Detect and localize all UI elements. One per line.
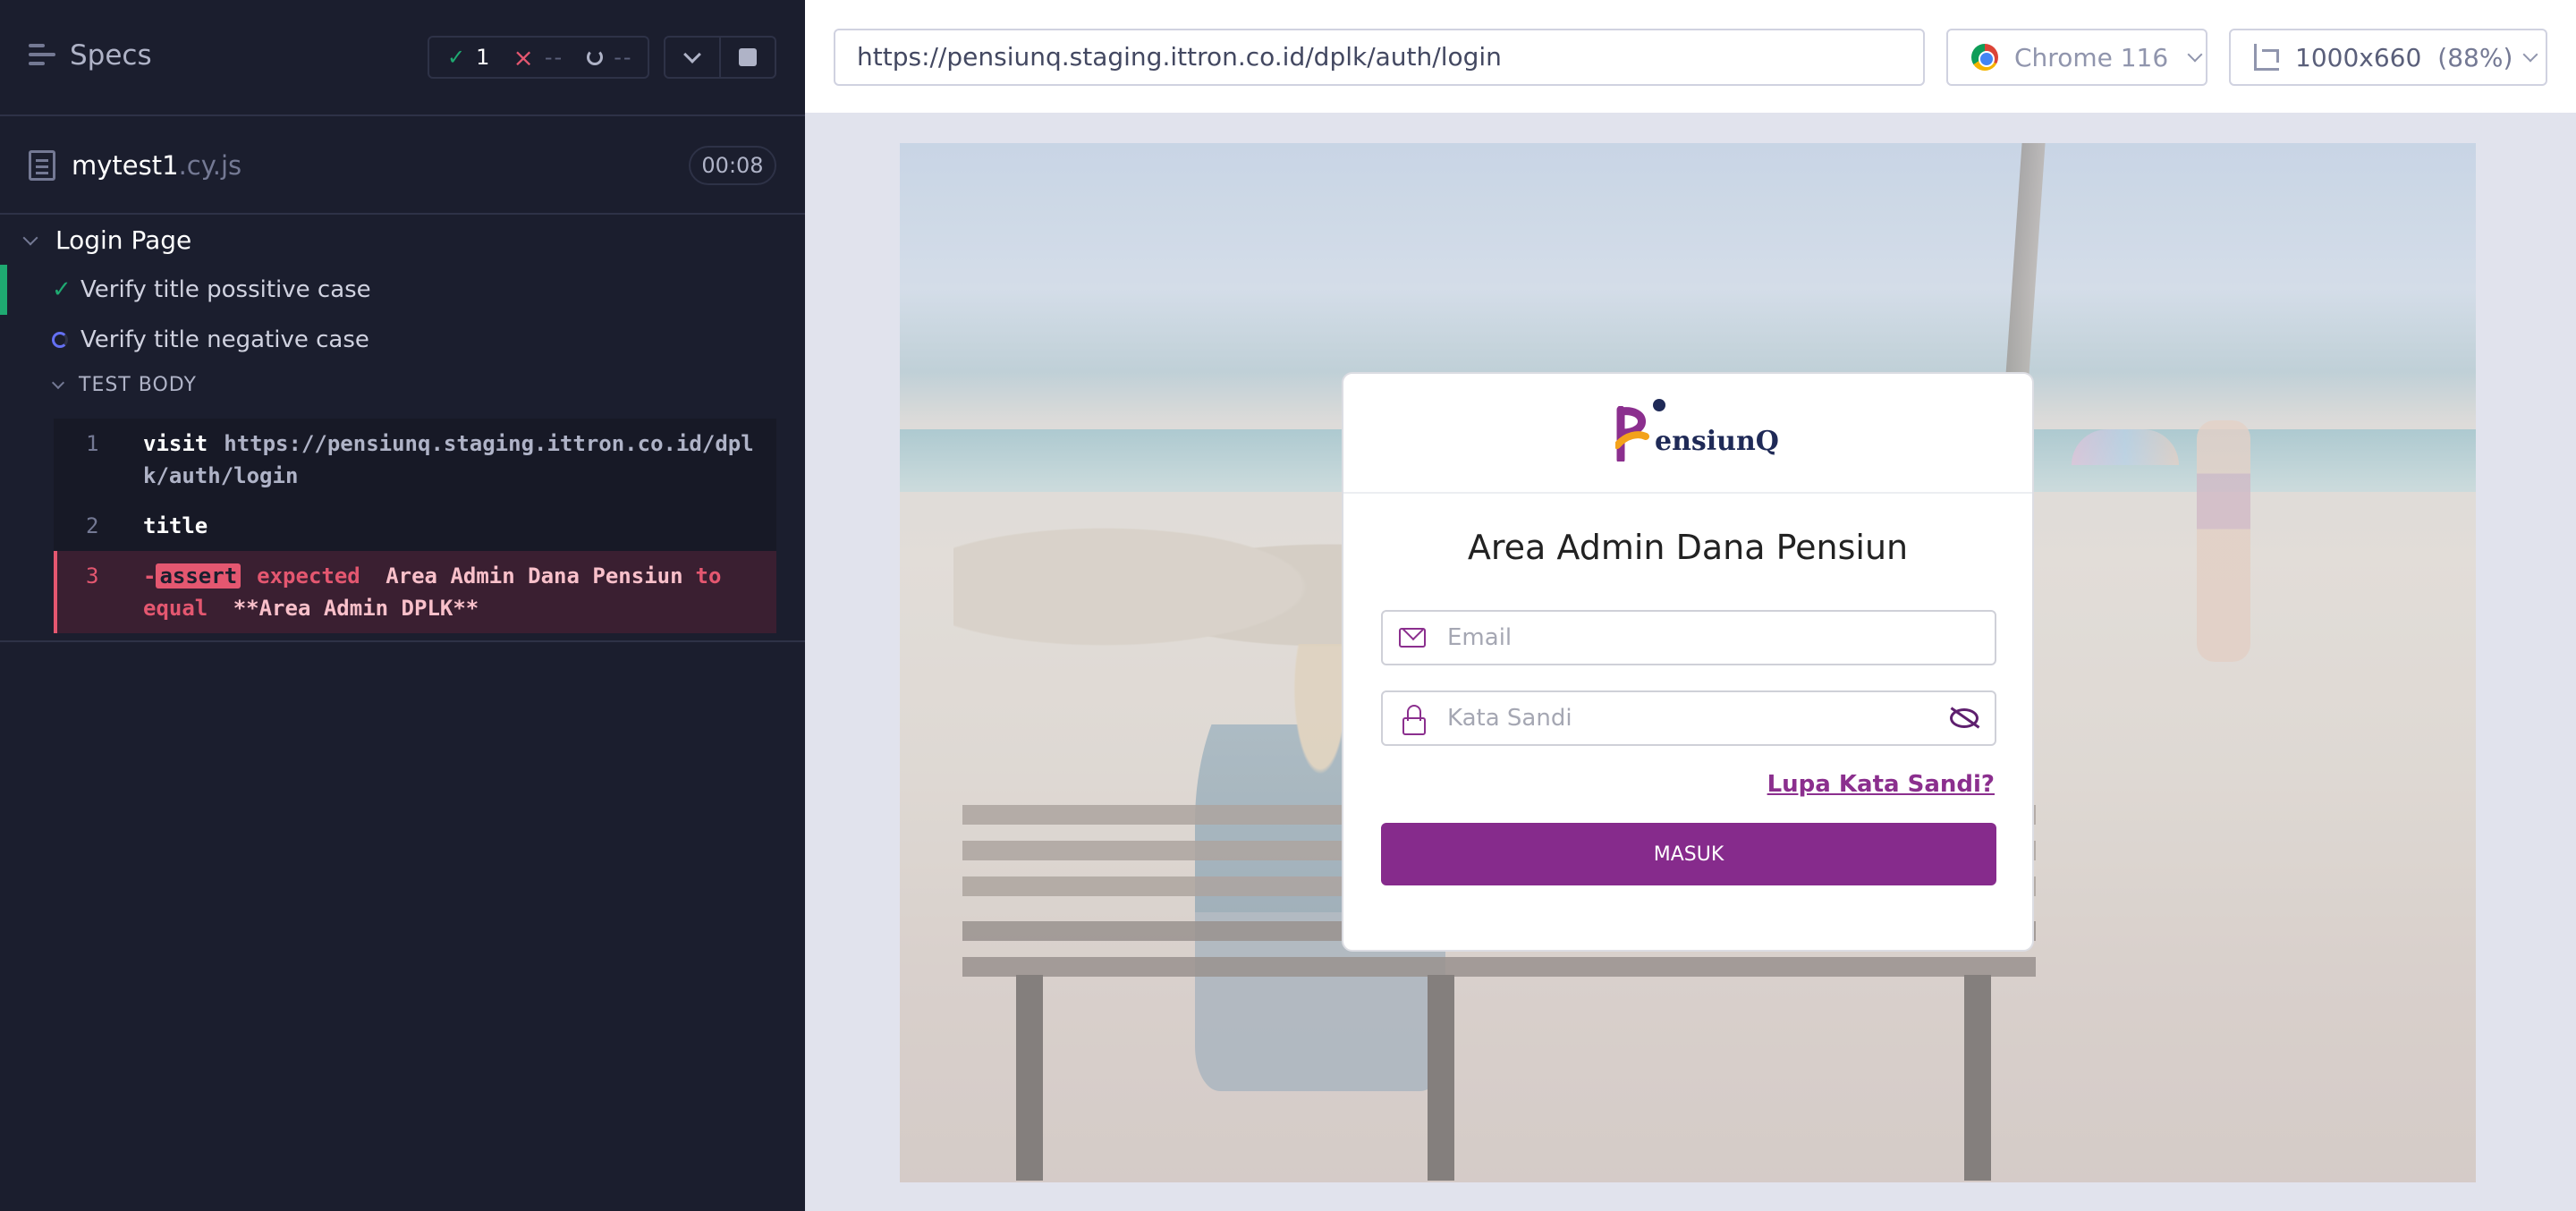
aut-header: https://pensiunq.staging.ittron.co.id/dp…: [805, 0, 2576, 114]
test-label: Verify title negative case: [80, 326, 369, 353]
viewport-size: 1000x660: [2295, 42, 2422, 72]
run-controls: [664, 36, 776, 79]
email-field: [1381, 610, 1996, 665]
command-row-visit[interactable]: 1 visit https://pensiunq.staging.ittron.c…: [54, 419, 776, 501]
assert-expected-value: **Area Admin DPLK**: [233, 596, 479, 621]
duration-badge: 00:08: [689, 146, 776, 185]
chevron-down-icon: [51, 376, 65, 389]
command-number: 3: [86, 563, 99, 589]
page-title: Area Admin Dana Pensiun: [1467, 528, 1909, 567]
eye-off-icon[interactable]: [1950, 707, 1980, 729]
card-header: ensiunQ: [1343, 374, 2032, 494]
logo-dot: [1653, 399, 1665, 411]
email-input[interactable]: [1445, 619, 1946, 656]
spec-file-ext: .cy.js: [178, 150, 242, 181]
viewport-zoom: (88%): [2437, 42, 2513, 72]
assert-badge: assert: [156, 563, 242, 589]
divider: [0, 640, 805, 642]
passed-count: 1: [476, 45, 490, 70]
run-stats: ✓ 1 × -- --: [428, 36, 649, 79]
command-log: 1 visit https://pensiunq.staging.ittron.c…: [54, 419, 776, 633]
viewport-icon: [2254, 44, 2279, 71]
url-bar[interactable]: https://pensiunq.staging.ittron.co.id/dp…: [834, 29, 1925, 86]
command-name: title: [143, 513, 208, 538]
specs-label: Specs: [70, 39, 152, 72]
command-row-title[interactable]: 2 title: [54, 501, 776, 551]
failed-stat: × --: [513, 43, 564, 72]
logo-mark-icon: [1615, 406, 1649, 462]
assert-dash: -: [143, 563, 157, 589]
stop-icon: [739, 48, 757, 66]
chevron-down-icon: [2187, 47, 2203, 63]
check-icon: ✓: [52, 276, 72, 303]
check-icon: ✓: [447, 45, 466, 70]
aut-panel: https://pensiunq.staging.ittron.co.id/dp…: [805, 0, 2576, 1211]
browser-label: Chrome 116: [2014, 42, 2169, 72]
expand-toggle-button[interactable]: [665, 38, 719, 77]
specs-button[interactable]: Specs: [29, 39, 152, 72]
failed-count: --: [544, 45, 564, 70]
passed-stat: ✓ 1: [447, 45, 489, 70]
password-input[interactable]: [1445, 699, 1946, 737]
test-item-running[interactable]: Verify title negative case: [0, 315, 805, 365]
command-name: visit: [143, 431, 208, 456]
test-body-header[interactable]: TEST BODY: [51, 374, 197, 396]
specs-list-icon: [29, 44, 55, 67]
logo-text: ensiunQ: [1655, 426, 1779, 457]
spec-file-row: mytest1.cy.js 00:08: [0, 116, 805, 215]
password-field: [1381, 690, 1996, 746]
login-card: ensiunQ Area Admin Dana Pensiun Lupa Kat…: [1342, 372, 2034, 952]
stop-button[interactable]: [719, 38, 775, 77]
chevron-down-icon: [683, 46, 701, 64]
command-number: 2: [86, 513, 99, 538]
pending-icon: [587, 49, 604, 65]
reporter-panel: Specs ✓ 1 × -- -- mytest1.cy.js 00:08 Lo…: [0, 0, 805, 1211]
spec-file-basename: mytest1: [72, 150, 179, 181]
passed-indicator-bar: [0, 265, 7, 315]
spec-file-name: mytest1.cy.js: [72, 150, 242, 181]
chevron-down-icon: [22, 230, 38, 245]
lock-icon: [1402, 705, 1426, 735]
running-spinner-icon: [52, 332, 68, 348]
login-button[interactable]: MASUK: [1381, 823, 1996, 885]
pending-stat: --: [587, 45, 632, 70]
command-row-assert-failed[interactable]: 3 - assert expected Area Admin Dana Pensiu…: [54, 551, 776, 633]
x-icon: ×: [513, 42, 534, 72]
test-body-label: TEST BODY: [79, 374, 197, 396]
forgot-password-link[interactable]: Lupa Kata Sandi?: [1767, 771, 1995, 798]
app-frame: ensiunQ Area Admin Dana Pensiun Lupa Kat…: [900, 143, 2476, 1182]
command-message: https://pensiunq.staging.ittron.co.id/dp…: [143, 431, 754, 488]
mail-icon: [1399, 628, 1426, 648]
document-icon: [29, 150, 55, 181]
test-label: Verify title possitive case: [80, 276, 371, 303]
assert-expected-word: expected: [257, 563, 360, 589]
pending-count: --: [614, 45, 633, 70]
assert-actual: Area Admin Dana Pensiun: [386, 563, 683, 589]
command-number: 1: [86, 431, 99, 456]
pensiunq-logo: ensiunQ: [1615, 399, 1779, 470]
browser-selector[interactable]: Chrome 116: [1946, 29, 2207, 86]
test-item-passed[interactable]: ✓ Verify title possitive case: [0, 265, 805, 315]
suite-title: Login Page: [55, 225, 192, 255]
suite-header[interactable]: Login Page: [22, 225, 192, 255]
chrome-icon: [1971, 44, 1998, 71]
reporter-header: Specs ✓ 1 × -- --: [0, 0, 805, 116]
chevron-down-icon: [2522, 47, 2538, 63]
viewport-selector[interactable]: 1000x660 (88%): [2229, 29, 2547, 86]
